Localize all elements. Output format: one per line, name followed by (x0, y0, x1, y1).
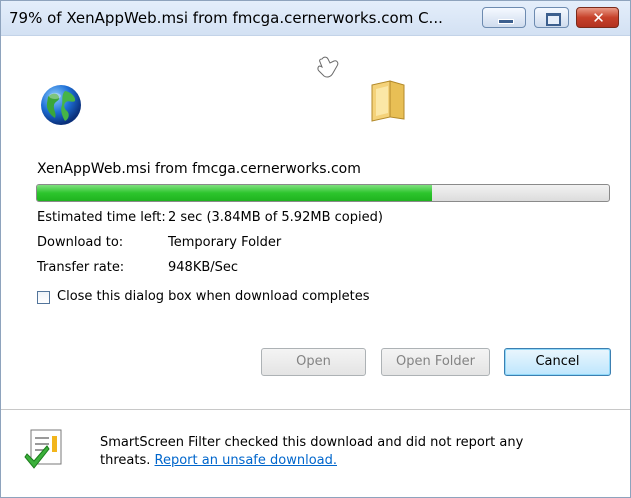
minimize-icon (498, 19, 514, 24)
close-icon: ✕ (592, 9, 605, 27)
transfer-rate-value: 948KB/Sec (168, 260, 239, 275)
open-button[interactable]: Open (261, 348, 366, 376)
progress-fill (37, 185, 432, 201)
report-unsafe-download-link[interactable]: Report an unsafe download. (155, 453, 337, 468)
download-to-label: Download to: (37, 235, 124, 250)
download-dialog: 79% of XenAppWeb.msi from fmcga.cernerwo… (0, 0, 631, 498)
download-to-value: Temporary Folder (168, 235, 282, 250)
open-folder-button[interactable]: Open Folder (381, 348, 490, 376)
minimize-button[interactable] (482, 7, 526, 28)
smartscreen-message: SmartScreen Filter checked this download… (100, 434, 570, 470)
estimated-time-label: Estimated time left: (37, 210, 166, 225)
download-progress-bar (36, 184, 610, 202)
cancel-button[interactable]: Cancel (504, 348, 611, 376)
close-button[interactable]: ✕ (576, 7, 619, 28)
estimated-time-value: 2 sec (3.84MB of 5.92MB copied) (168, 210, 383, 225)
close-when-complete-checkbox[interactable] (37, 291, 50, 304)
close-when-complete-label[interactable]: Close this dialog box when download comp… (57, 289, 370, 304)
download-filename: XenAppWeb.msi from fmcga.cernerworks.com (37, 161, 361, 177)
smartscreen-check-icon (24, 429, 62, 469)
maximize-button[interactable] (534, 7, 569, 28)
title-bar[interactable]: 79% of XenAppWeb.msi from fmcga.cernerwo… (1, 1, 630, 36)
folder-icon (371, 80, 405, 122)
maximize-icon (546, 13, 561, 26)
window-title: 79% of XenAppWeb.msi from fmcga.cernerwo… (9, 9, 443, 27)
hand-pointer-icon (317, 56, 339, 78)
globe-icon (41, 85, 81, 125)
transfer-rate-label: Transfer rate: (37, 260, 125, 275)
